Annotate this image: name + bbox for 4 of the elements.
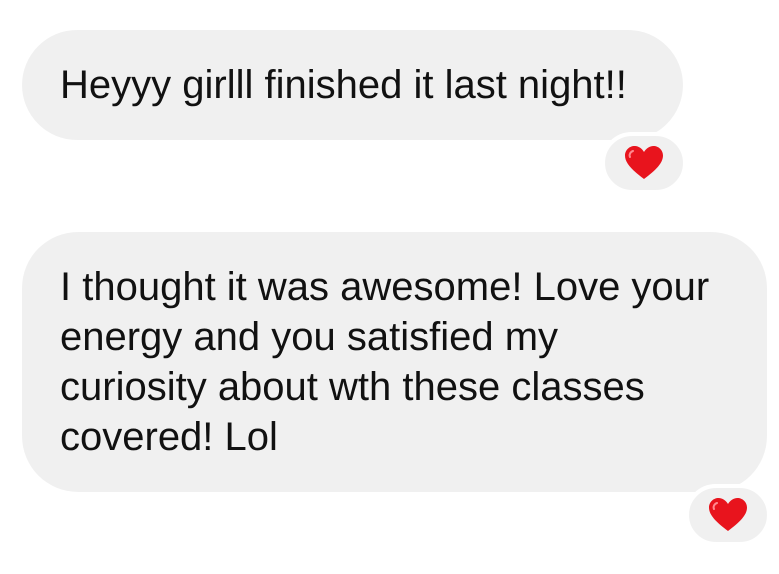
message-bubble: Heyyy girlll finished it last night!!: [22, 30, 683, 140]
heart-icon: [708, 497, 748, 533]
heart-icon: [624, 145, 664, 181]
message-bubble: I thought it was awesome! Love your energy and you satisfied my curiosity about wth these classes covered! Lol: [22, 232, 767, 492]
